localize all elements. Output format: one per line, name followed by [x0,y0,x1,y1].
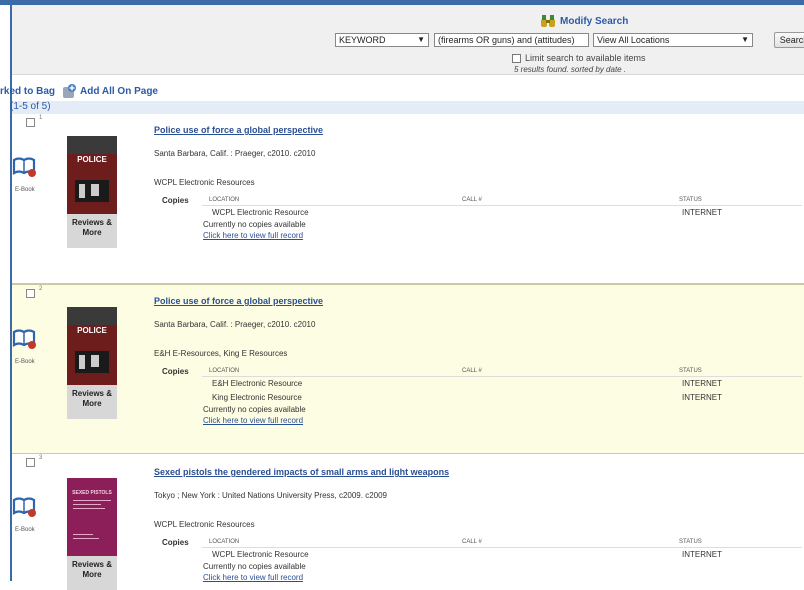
record-resources: WCPL Electronic Resources [154,520,255,529]
record-resources: E&H E-Resources, King E Resources [154,349,288,358]
location-value: View All Locations [597,35,670,45]
copy-status: INTERNET [682,550,722,559]
record-number: 2 [39,286,43,292]
search-query-input[interactable]: (firearms OR guns) and (attitudes) [434,33,589,47]
ebook-format: E-Book [12,496,42,536]
divider [202,547,802,548]
book-cover[interactable]: POLICE [67,136,117,214]
chevron-down-icon: ▼ [741,35,749,44]
result-record: 2 E-Book POLICE Reviews & More Police us… [12,284,804,454]
book-cover-image: POLICE [67,136,117,214]
copy-location: King Electronic Resource [212,393,302,402]
copies-label: Copies [162,196,189,205]
reviews-and-more-button[interactable]: Reviews & More [67,214,117,248]
limit-available-row: Limit search to available items [512,53,646,63]
add-all-label: Add All On Page [80,85,158,97]
search-header: Modify Search KEYWORD ▼ (firearms OR gun… [12,5,804,75]
cover-title: SEXED PISTOLS [72,490,112,496]
modify-search-label: Modify Search [560,15,629,27]
add-marked-to-bag-link[interactable]: rked to Bag [0,86,55,97]
reviews-and-more-button[interactable]: Reviews & More [67,556,117,590]
binoculars-icon [541,15,555,27]
record-select-checkbox[interactable] [26,458,35,467]
record-title-link[interactable]: Police use of force a global perspective [154,296,323,306]
book-cover[interactable]: POLICE [67,307,117,385]
no-copies-text: Currently no copies available [203,405,306,414]
record-number: 1 [39,115,43,121]
copy-location: WCPL Electronic Resource [212,550,309,559]
record-publisher: Santa Barbara, Calif. : Praeger, c2010. … [154,149,316,158]
status-column-header: STATUS [679,368,702,374]
cover-title: POLICE [77,326,107,335]
record-select-checkbox[interactable] [26,289,35,298]
record-title-link[interactable]: Police use of force a global perspective [154,125,323,135]
copy-status: INTERNET [682,208,722,217]
copy-status: INTERNET [682,393,722,402]
search-type-select[interactable]: KEYWORD ▼ [335,33,429,47]
no-copies-text: Currently no copies available [203,220,306,229]
copies-label: Copies [162,367,189,376]
ebook-icon [12,329,36,349]
book-cover-image: POLICE [67,307,117,385]
search-type-value: KEYWORD [339,35,386,45]
no-copies-text: Currently no copies available [203,562,306,571]
cover-title: POLICE [77,155,107,164]
call-number-column-header: CALL # [462,539,482,545]
call-number-column-header: CALL # [462,368,482,374]
reviews-and-more-button[interactable]: Reviews & More [67,385,117,419]
record-select-checkbox[interactable] [26,118,35,127]
status-column-header: STATUS [679,539,702,545]
copies-label: Copies [162,538,189,547]
ebook-icon [12,497,36,517]
location-select[interactable]: View All Locations ▼ [593,33,753,47]
status-column-header: STATUS [679,197,702,203]
search-button[interactable]: Search [774,32,804,48]
limit-available-label: Limit search to available items [525,53,646,63]
chevron-down-icon: ▼ [417,35,425,44]
search-query-value: (firearms OR guns) and (attitudes) [438,35,575,45]
record-resources: WCPL Electronic Resources [154,178,255,187]
full-record-link[interactable]: Click here to view full record [203,231,303,240]
record-number: 3 [39,455,43,461]
results-range: (1-5 of 5) [10,101,51,112]
results-range-bar: (1-5 of 5) [10,101,804,114]
limit-available-checkbox[interactable] [512,53,521,63]
full-record-link[interactable]: Click here to view full record [203,416,303,425]
ebook-label: E-Book [15,187,35,193]
record-title-link[interactable]: Sexed pistols the gendered impacts of sm… [154,467,449,477]
location-column-header: LOCATION [209,539,240,545]
ebook-label: E-Book [15,527,35,533]
results-found-text: 5 results found. sorted by date . [514,65,627,74]
divider [202,376,802,377]
record-publisher: Tokyo ; New York : United Nations Univer… [154,491,387,500]
record-publisher: Santa Barbara, Calif. : Praeger, c2010. … [154,320,316,329]
ebook-icon [12,157,36,177]
book-cover-image: SEXED PISTOLS [67,478,117,556]
result-record: 1 E-Book POLICE Reviews & More Police us… [12,114,804,284]
result-record: 3 E-Book SEXED PISTOLS Reviews & More Se… [12,454,804,590]
location-column-header: LOCATION [209,368,240,374]
ebook-format: E-Book [12,156,42,196]
copy-location: WCPL Electronic Resource [212,208,309,217]
ebook-label: E-Book [15,359,35,365]
bag-toolbar: rked to Bag Add All On Page [0,83,158,99]
copy-location: E&H Electronic Resource [212,379,303,388]
call-number-column-header: CALL # [462,197,482,203]
modify-search-link[interactable]: Modify Search [540,14,628,28]
copy-status: INTERNET [682,379,722,388]
add-to-bag-icon [63,84,77,98]
book-cover[interactable]: SEXED PISTOLS [67,478,117,556]
add-all-on-page-link[interactable]: Add All On Page [61,83,158,99]
divider [202,205,802,206]
ebook-format: E-Book [12,328,42,368]
location-column-header: LOCATION [209,197,240,203]
